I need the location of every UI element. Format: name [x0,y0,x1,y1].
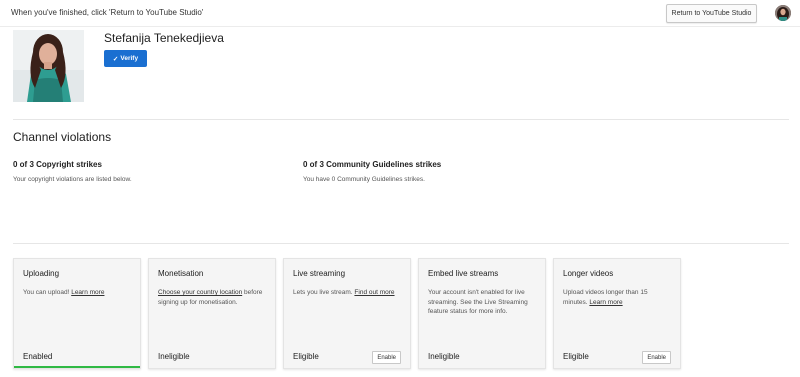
card-title: Uploading [23,269,60,278]
learn-more-link[interactable]: Learn more [71,289,104,296]
feature-card-longer-videos: Longer videos Upload videos longer than … [553,258,681,369]
card-desc: Choose your country location before sign… [158,289,263,306]
return-to-studio-button[interactable]: Return to YouTube Studio [666,4,757,23]
card-desc: Your account isn't enabled for live stre… [428,289,528,315]
card-title: Live streaming [293,269,346,278]
avatar-image [775,5,791,21]
enabled-bar [14,366,140,368]
instruction-text: When you've finished, click 'Return to Y… [11,8,204,17]
card-desc: You can upload! Learn more [23,289,105,296]
verify-label: Verify [120,55,139,62]
feature-card-uploading: Uploading You can upload! Learn more Ena… [13,258,141,369]
feature-card-embed-live-streams: Embed live streams Your account isn't en… [418,258,546,369]
avatar[interactable] [775,5,791,21]
card-status: Ineligible [158,352,190,361]
verify-button[interactable]: ✓ Verify [104,50,147,67]
find-out-more-link[interactable]: Find out more [354,289,394,296]
card-title: Embed live streams [428,269,499,278]
community-strikes-desc: You have 0 Community Guidelines strikes. [303,176,425,183]
community-strikes-title: 0 of 3 Community Guidelines strikes [303,160,442,169]
card-status: Ineligible [428,352,460,361]
feature-card-monetisation: Monetisation Choose your country locatio… [148,258,276,369]
divider [13,243,789,244]
card-desc: Upload videos longer than 15 minutes. Le… [563,289,648,306]
card-desc: Lets you live stream. Find out more [293,289,395,296]
profile-photo [13,30,84,102]
section-title: Channel violations [13,130,112,144]
copyright-strikes-desc: Your copyright violations are listed bel… [13,176,132,183]
enable-button[interactable]: Enable [642,351,671,364]
card-status: Enabled [23,352,53,361]
top-bar: When you've finished, click 'Return to Y… [0,0,800,27]
check-icon: ✓ [112,55,119,63]
feature-card-live-streaming: Live streaming Lets you live stream. Fin… [283,258,411,369]
country-location-link[interactable]: Choose your country location [158,289,242,296]
card-status: Eligible [293,352,319,361]
channel-name: Stefanija Tenekedjieva [104,31,224,45]
divider [13,119,789,120]
enable-button[interactable]: Enable [372,351,401,364]
learn-more-link[interactable]: Learn more [589,299,622,306]
card-title: Monetisation [158,269,204,278]
copyright-strikes-title: 0 of 3 Copyright strikes [13,160,102,169]
card-status: Eligible [563,352,589,361]
card-title: Longer videos [563,269,614,278]
